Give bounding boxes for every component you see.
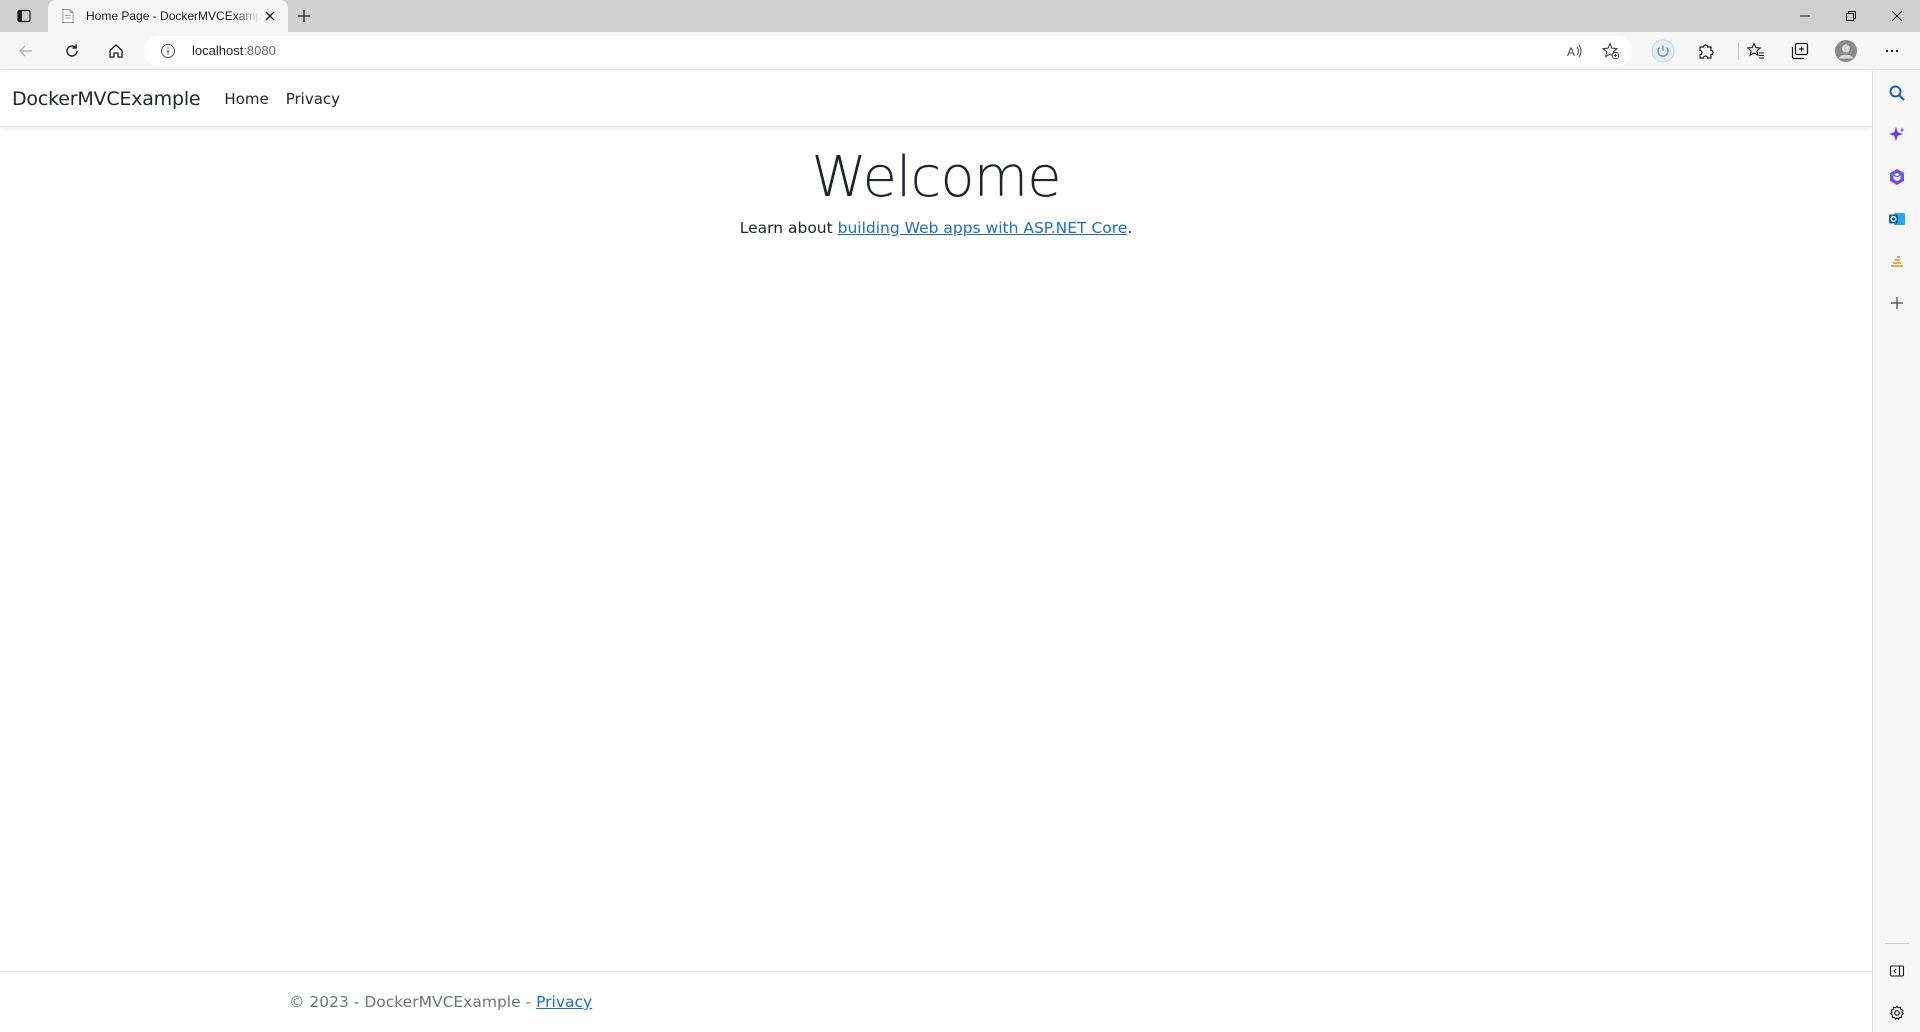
- back-arrow-icon: [19, 45, 32, 57]
- home-icon: [109, 44, 123, 58]
- svg-text:A: A: [1567, 45, 1575, 59]
- minimize-button[interactable]: [1782, 0, 1828, 32]
- main-content: Welcome Learn about building Web apps wi…: [0, 147, 1872, 237]
- home-button[interactable]: [100, 37, 132, 65]
- url-text[interactable]: localhost:8080: [192, 43, 276, 58]
- refresh-icon: [66, 44, 78, 57]
- power-icon: [1651, 39, 1675, 63]
- minimize-icon: [1800, 15, 1810, 17]
- browser-sidebar: [1872, 71, 1920, 1032]
- close-icon: [1892, 11, 1902, 21]
- tab-actions-icon[interactable]: [6, 4, 42, 28]
- nav-link-home[interactable]: Home: [224, 90, 268, 108]
- sidebar-copilot-button[interactable]: [1881, 119, 1913, 151]
- favorites-button[interactable]: [1740, 37, 1772, 65]
- sidebar-outlook-button[interactable]: [1881, 203, 1913, 235]
- profile-avatar-icon: [1835, 40, 1857, 62]
- back-button[interactable]: [10, 37, 42, 65]
- footer-copyright: © 2023 - DockerMVCExample - Privacy: [289, 993, 593, 1011]
- sidebar-tools-button[interactable]: [1881, 245, 1913, 277]
- sidebar-separator: [1885, 943, 1909, 944]
- sidebar-toggle-icon: [1889, 965, 1905, 977]
- outlook-icon: [1889, 213, 1905, 225]
- site-footer: © 2023 - DockerMVCExample - Privacy: [0, 971, 1872, 1032]
- sidebar-office-button[interactable]: [1881, 161, 1913, 193]
- navbar-brand[interactable]: DockerMVCExample: [12, 88, 201, 110]
- sidebar-settings-button[interactable]: [1881, 997, 1913, 1029]
- puzzle-icon: [1699, 44, 1714, 59]
- tools-icon: [1891, 256, 1903, 267]
- refresh-button[interactable]: [56, 37, 88, 65]
- settings-icon: [1889, 1005, 1905, 1021]
- learn-about-text: Learn about building Web apps with ASP.N…: [739, 218, 1133, 237]
- power-button[interactable]: [1647, 37, 1679, 65]
- restore-button[interactable]: [1828, 0, 1874, 32]
- office-icon: [1889, 169, 1905, 185]
- plus-icon: [1891, 297, 1903, 309]
- sidebar-search-button[interactable]: [1881, 77, 1913, 109]
- browser-toolbar: localhost:8080 A: [0, 32, 1920, 70]
- more-icon: [1885, 49, 1899, 53]
- extensions-button[interactable]: [1690, 37, 1722, 65]
- site-navbar: DockerMVCExample Home Privacy: [0, 71, 1872, 127]
- sidebar-add-button[interactable]: [1881, 287, 1913, 319]
- sidebar-hide-button[interactable]: [1881, 955, 1913, 987]
- more-button[interactable]: [1876, 37, 1908, 65]
- tab-strip: Home Page - DockerMVCExample: [0, 0, 1920, 32]
- restore-icon: [1846, 11, 1856, 21]
- profile-button[interactable]: [1830, 37, 1862, 65]
- copilot-icon: [1889, 127, 1905, 141]
- toolbar-separator: [1738, 42, 1739, 60]
- nav-link-privacy[interactable]: Privacy: [286, 90, 340, 108]
- search-icon: [1889, 85, 1905, 101]
- tab-title: Home Page - DockerMVCExample: [86, 9, 260, 23]
- close-icon[interactable]: [260, 6, 280, 26]
- star-plus-icon[interactable]: [1600, 41, 1622, 61]
- plus-icon: [298, 10, 310, 22]
- collections-icon: [1791, 42, 1809, 60]
- page-viewport: DockerMVCExample Home Privacy Welcome Le…: [0, 71, 1872, 1032]
- page-title: Welcome: [811, 145, 1061, 210]
- read-aloud-icon[interactable]: A: [1564, 41, 1586, 61]
- browser-tab-active[interactable]: Home Page - DockerMVCExample: [48, 0, 288, 32]
- close-window-button[interactable]: [1874, 0, 1920, 32]
- aspnet-docs-link[interactable]: building Web apps with ASP.NET Core: [838, 219, 1128, 237]
- collections-button[interactable]: [1784, 37, 1816, 65]
- footer-privacy-link[interactable]: Privacy: [536, 993, 592, 1011]
- new-tab-button[interactable]: [286, 4, 322, 28]
- favorites-icon: [1747, 42, 1764, 59]
- info-icon[interactable]: [160, 43, 176, 59]
- address-bar[interactable]: localhost:8080 A: [144, 36, 1632, 66]
- page-favicon-icon: [60, 8, 76, 24]
